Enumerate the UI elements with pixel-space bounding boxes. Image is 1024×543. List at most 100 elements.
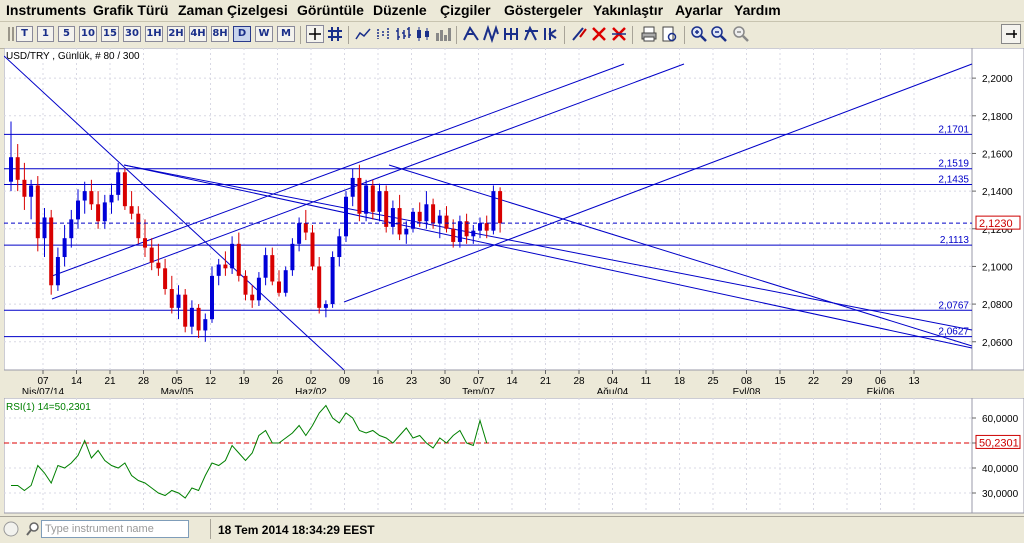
zoom-in-icon[interactable] (690, 25, 708, 43)
candle-body (330, 257, 335, 305)
period-1-button[interactable]: 1 (37, 26, 54, 42)
menu-view[interactable]: Görüntüle (297, 2, 364, 18)
edit-draw-icon[interactable] (570, 25, 588, 43)
price-chart[interactable]: 07 14 21 28 05 12 19 26 02 09 16 23 30 07 14 21 28 04 11 18… (4, 48, 1024, 394)
period-15-button[interactable]: 15 (101, 26, 119, 42)
line-chart-icon[interactable] (354, 25, 372, 43)
toolbar-separator (300, 26, 301, 44)
period-t-button[interactable]: T (16, 26, 33, 42)
period-d-button[interactable]: D (233, 26, 251, 42)
candle-body (102, 202, 107, 222)
menu-help[interactable]: Yardım (734, 2, 781, 18)
volume-chart-icon[interactable] (434, 25, 452, 43)
candle-body (62, 238, 67, 258)
candle-body (411, 211, 415, 229)
fork-flag-icon[interactable] (522, 25, 540, 43)
print-icon[interactable] (640, 25, 658, 43)
price-tick-label: 2,0800 (982, 300, 1013, 311)
period-m-button[interactable]: M (277, 26, 295, 42)
menu-edit[interactable]: Düzenle (373, 2, 427, 18)
period-1h-button[interactable]: 1H (145, 26, 163, 42)
period-w-button[interactable]: W (255, 26, 273, 42)
crosshair-icon[interactable] (306, 25, 324, 43)
rsi-chart[interactable]: 60,000050,000040,000030,0000 50,2301 RSI… (4, 398, 1024, 514)
month-label: May/05 (161, 387, 194, 394)
candle-body (109, 194, 114, 203)
menu-instruments[interactable]: Instruments (6, 2, 86, 18)
menu-zoom[interactable]: Yakınlaştır (593, 2, 663, 18)
date-tick-label: 13 (908, 376, 920, 387)
candle-body (263, 255, 268, 278)
candle-body (310, 232, 315, 267)
month-label: Ağu/04 (597, 387, 629, 394)
candle-body (223, 264, 228, 269)
pin-icon[interactable] (1001, 24, 1021, 44)
status-divider (210, 519, 211, 539)
candle-body (290, 243, 295, 271)
menu-timeline[interactable]: Zaman Çizelgesi (178, 2, 288, 18)
delete-all-icon[interactable] (610, 25, 628, 43)
fork-icon[interactable] (462, 25, 480, 43)
candle-body (491, 191, 496, 231)
page-setup-icon[interactable] (660, 25, 678, 43)
menu-indicators[interactable]: Göstergeler (504, 2, 583, 18)
candle-body (22, 179, 27, 197)
candle-body (136, 213, 141, 239)
price-tick-label: 2,1400 (982, 187, 1013, 198)
candle-body (404, 228, 409, 235)
period-10-button[interactable]: 10 (79, 26, 97, 42)
status-circle-icon (3, 521, 19, 537)
candle-body (243, 275, 248, 295)
candle (330, 251, 335, 308)
dot-chart-icon[interactable] (374, 25, 392, 43)
candle-body (76, 200, 80, 220)
date-tick-label: 18 (674, 376, 686, 387)
zoom-reset-icon[interactable] (732, 25, 750, 43)
fork-extend-icon[interactable] (542, 25, 560, 43)
period-4h-button[interactable]: 4H (189, 26, 207, 42)
date-tick-label: 04 (607, 376, 619, 387)
date-tick-label: 08 (741, 376, 753, 387)
zoom-out-icon[interactable] (710, 25, 728, 43)
candle-body (297, 223, 302, 244)
date-tick-label: 21 (104, 376, 116, 387)
toolbar-separator (348, 26, 349, 44)
candle-body (169, 289, 174, 308)
candle-body (183, 294, 188, 327)
candle-body (344, 196, 348, 237)
instrument-search-input[interactable] (41, 520, 189, 538)
menu-drawings[interactable]: Çizgiler (440, 2, 491, 18)
menu-settings[interactable]: Ayarlar (675, 2, 723, 18)
fork-multi-icon[interactable] (502, 25, 520, 43)
date-tick-label: 28 (573, 376, 585, 387)
bar-chart-icon[interactable] (394, 25, 412, 43)
period-2h-button[interactable]: 2H (167, 26, 185, 42)
menu-chart-type[interactable]: Grafik Türü (93, 2, 168, 18)
period-5-button[interactable]: 5 (58, 26, 75, 42)
candle-body (431, 204, 436, 224)
candle-body (9, 157, 13, 182)
candle-body (317, 266, 322, 308)
level-label: 2,0627 (938, 327, 969, 338)
candle-body (283, 270, 288, 293)
candle-body (424, 204, 429, 222)
candle-body (49, 217, 54, 286)
candle-body (82, 191, 87, 201)
toolbar-separator (632, 26, 633, 44)
period-30-button[interactable]: 30 (123, 26, 141, 42)
date-tick-label: 06 (875, 376, 887, 387)
delete-drawing-icon[interactable] (590, 25, 608, 43)
fork-alt-icon[interactable] (482, 24, 500, 44)
plot-area (4, 48, 973, 371)
grid-icon[interactable] (326, 25, 344, 43)
period-8h-button[interactable]: 8H (211, 26, 229, 42)
candle (283, 266, 288, 297)
date-tick-label: 14 (506, 376, 518, 387)
level-label: 2,1701 (938, 124, 969, 135)
date-tick-label: 14 (71, 376, 83, 387)
date-tick-label: 02 (305, 376, 317, 387)
candle-body (96, 204, 101, 222)
toolbar-separator (684, 26, 685, 44)
candle-chart-icon[interactable] (414, 25, 432, 43)
candle-body (216, 264, 221, 276)
